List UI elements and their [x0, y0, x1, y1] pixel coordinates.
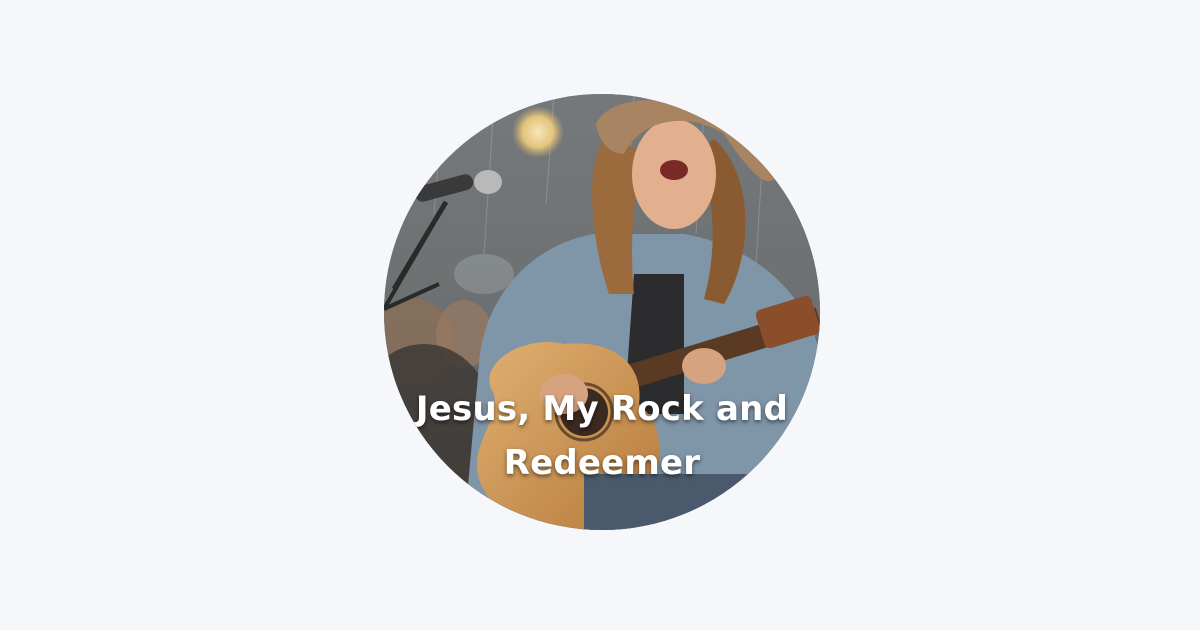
artwork-title-line-2: Redeemer [503, 443, 701, 483]
artwork-title: Jesus, My Rock and Redeemer [384, 382, 820, 490]
share-card: Jesus, My Rock and Redeemer [0, 0, 1200, 630]
artist-artwork[interactable]: Jesus, My Rock and Redeemer [384, 94, 820, 530]
artwork-title-line-1: Jesus, My Rock and [415, 389, 789, 429]
